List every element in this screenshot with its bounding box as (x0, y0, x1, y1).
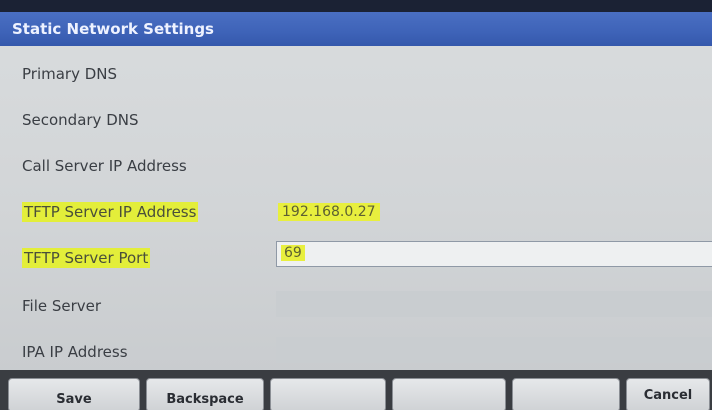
save-button[interactable]: Save (8, 378, 140, 410)
phone-screen: Static Network Settings Primary DNS Seco… (0, 0, 712, 410)
field-row-tftp-server-ip[interactable]: TFTP Server IP Address 192.168.0.27 (0, 189, 712, 235)
tftp-server-ip-value[interactable]: 192.168.0.27 (278, 203, 380, 221)
ipa-ip-address-input[interactable] (276, 337, 712, 363)
field-row-call-server-ip[interactable]: Call Server IP Address (0, 143, 712, 189)
field-row-primary-dns[interactable]: Primary DNS (0, 51, 712, 97)
field-label: File Server (22, 297, 102, 315)
tftp-server-port-value: 69 (281, 245, 305, 261)
cancel-button[interactable]: Cancel (626, 378, 710, 410)
file-server-input[interactable] (276, 291, 712, 317)
field-label: Call Server IP Address (22, 157, 187, 175)
tftp-server-port-input[interactable]: 69 (276, 241, 712, 267)
field-label: TFTP Server IP Address (22, 202, 199, 222)
field-label: Secondary DNS (22, 111, 139, 129)
field-label: IPA IP Address (22, 343, 128, 361)
softkey-3[interactable] (270, 378, 386, 410)
window-title: Static Network Settings (0, 12, 712, 46)
backspace-button[interactable]: Backspace (146, 378, 264, 410)
field-label: TFTP Server Port (22, 248, 151, 268)
field-label: Primary DNS (22, 65, 118, 83)
field-row-tftp-server-port[interactable]: TFTP Server Port 69 (0, 235, 712, 281)
softkey-5[interactable] (512, 378, 620, 410)
field-row-ipa-ip-address[interactable]: IPA IP Address (0, 329, 712, 375)
field-row-file-server[interactable]: File Server (0, 283, 712, 329)
field-row-secondary-dns[interactable]: Secondary DNS (0, 97, 712, 143)
softkey-4[interactable] (392, 378, 506, 410)
screen-bezel (0, 0, 712, 12)
